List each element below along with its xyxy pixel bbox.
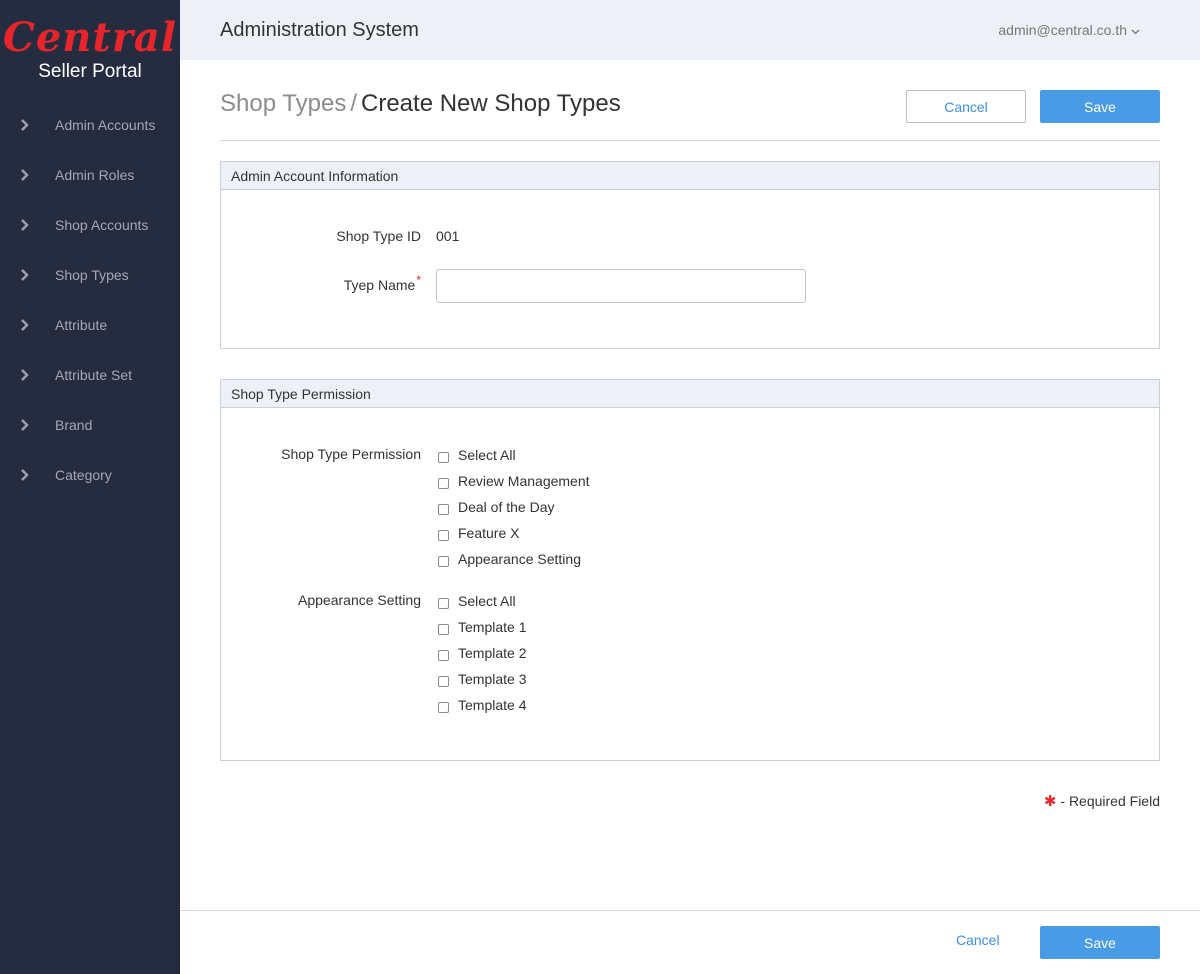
logo[interactable]: Central Seller Portal <box>0 0 180 100</box>
sidebar-item-label: Admin Roles <box>55 167 135 183</box>
checkbox[interactable] <box>438 451 449 463</box>
type-name-label-text: Tyep Name <box>343 277 416 293</box>
sidebar-nav: Admin Accounts Admin Roles Shop Accounts… <box>0 100 180 500</box>
sidebar-item-label: Shop Accounts <box>55 217 149 233</box>
type-name-input[interactable] <box>436 269 806 303</box>
chevron-right-icon <box>0 168 55 182</box>
checkbox-appearance-setting[interactable]: Appearance Setting <box>436 546 590 572</box>
panel-title: Admin Account Information <box>221 162 1159 190</box>
checkbox-review-management[interactable]: Review Management <box>436 468 590 494</box>
cancel-button[interactable]: Cancel <box>906 90 1026 123</box>
sidebar-item-label: Category <box>55 467 112 483</box>
appearance-group-label: Appearance Setting <box>298 592 421 608</box>
checkbox-label: Template 3 <box>458 671 527 687</box>
checkbox-label: Select All <box>458 447 516 463</box>
shop-type-id-value: 001 <box>436 228 460 244</box>
type-name-label: Tyep Name* <box>221 273 421 293</box>
chevron-right-icon <box>0 218 55 232</box>
chevron-right-icon <box>0 268 55 282</box>
checkbox[interactable] <box>438 477 449 489</box>
checkbox-template-4[interactable]: Template 4 <box>436 692 526 718</box>
sidebar: Central Seller Portal Admin Accounts Adm… <box>0 0 180 974</box>
required-asterisk-icon: ✱ <box>1043 793 1057 810</box>
logo-brand: Central <box>2 14 178 61</box>
sidebar-item-admin-roles[interactable]: Admin Roles <box>0 150 180 200</box>
checkbox[interactable] <box>438 597 449 609</box>
logo-subtitle: Seller Portal <box>38 61 142 82</box>
chevron-right-icon <box>0 118 55 132</box>
sidebar-item-label: Shop Types <box>55 267 129 283</box>
breadcrumb: Shop Types / Create New Shop Types <box>220 90 621 118</box>
user-menu[interactable]: admin@central.co.th <box>998 22 1140 38</box>
required-field-note: ✱ - Required Field <box>1044 792 1160 810</box>
footer-divider <box>180 910 1200 911</box>
sidebar-item-admin-accounts[interactable]: Admin Accounts <box>0 100 180 150</box>
checkbox-feature-x[interactable]: Feature X <box>436 520 590 546</box>
shop-type-id-label: Shop Type ID <box>336 228 421 244</box>
checkbox[interactable] <box>438 675 449 687</box>
user-email: admin@central.co.th <box>998 22 1127 38</box>
sidebar-item-label: Brand <box>55 417 93 433</box>
breadcrumb-separator: / <box>350 90 357 117</box>
checkbox-template-1[interactable]: Template 1 <box>436 614 526 640</box>
admin-account-info-panel: Admin Account Information Shop Type ID 0… <box>220 161 1160 349</box>
save-button[interactable]: Save <box>1040 90 1160 123</box>
sidebar-item-shop-types[interactable]: Shop Types <box>0 250 180 300</box>
chevron-right-icon <box>0 368 55 382</box>
sidebar-item-brand[interactable]: Brand <box>0 400 180 450</box>
cancel-link-bottom[interactable]: Cancel <box>956 932 1000 948</box>
checkbox-label: Template 2 <box>458 645 527 661</box>
checkbox-label: Template 1 <box>458 619 527 635</box>
permission-group-label: Shop Type Permission <box>281 446 421 462</box>
breadcrumb-parent-link[interactable]: Shop Types <box>220 90 346 117</box>
checkbox-deal-of-the-day[interactable]: Deal of the Day <box>436 494 590 520</box>
sidebar-item-label: Admin Accounts <box>55 117 156 133</box>
sidebar-item-category[interactable]: Category <box>0 450 180 500</box>
panel-title: Shop Type Permission <box>221 380 1159 408</box>
permission-checkbox-list: Select All Review Management Deal of the… <box>436 442 590 572</box>
top-bar: Administration System admin@central.co.t… <box>180 0 1200 60</box>
checkbox[interactable] <box>438 649 449 661</box>
checkbox-label: Template 4 <box>458 697 527 713</box>
shop-type-permission-panel: Shop Type Permission Shop Type Permissio… <box>220 379 1160 761</box>
chevron-right-icon <box>0 468 55 482</box>
chevron-down-icon <box>1127 22 1140 38</box>
required-mark: * <box>416 273 421 287</box>
checkbox[interactable] <box>438 701 449 713</box>
checkbox-select-all-templates[interactable]: Select All <box>436 588 526 614</box>
checkbox-template-2[interactable]: Template 2 <box>436 640 526 666</box>
appearance-checkbox-list: Select All Template 1 Template 2 Templat… <box>436 588 526 718</box>
checkbox[interactable] <box>438 503 449 515</box>
sidebar-item-shop-accounts[interactable]: Shop Accounts <box>0 200 180 250</box>
checkbox-label: Deal of the Day <box>458 499 555 515</box>
required-field-text: - Required Field <box>1060 793 1160 809</box>
checkbox[interactable] <box>438 555 449 567</box>
chevron-right-icon <box>0 318 55 332</box>
sidebar-item-attribute[interactable]: Attribute <box>0 300 180 350</box>
checkbox[interactable] <box>438 529 449 541</box>
checkbox-select-all-permissions[interactable]: Select All <box>436 442 590 468</box>
sidebar-item-attribute-set[interactable]: Attribute Set <box>0 350 180 400</box>
checkbox-label: Feature X <box>458 525 520 541</box>
checkbox-label: Review Management <box>458 473 590 489</box>
chevron-right-icon <box>0 418 55 432</box>
checkbox-template-3[interactable]: Template 3 <box>436 666 526 692</box>
page-title: Create New Shop Types <box>361 90 621 117</box>
divider <box>220 140 1160 141</box>
sidebar-item-label: Attribute <box>55 317 108 333</box>
sidebar-item-label: Attribute Set <box>55 367 133 383</box>
checkbox-label: Select All <box>458 593 516 609</box>
checkbox[interactable] <box>438 623 449 635</box>
checkbox-label: Appearance Setting <box>458 551 581 567</box>
app-title: Administration System <box>220 19 419 41</box>
save-button-bottom[interactable]: Save <box>1040 926 1160 959</box>
